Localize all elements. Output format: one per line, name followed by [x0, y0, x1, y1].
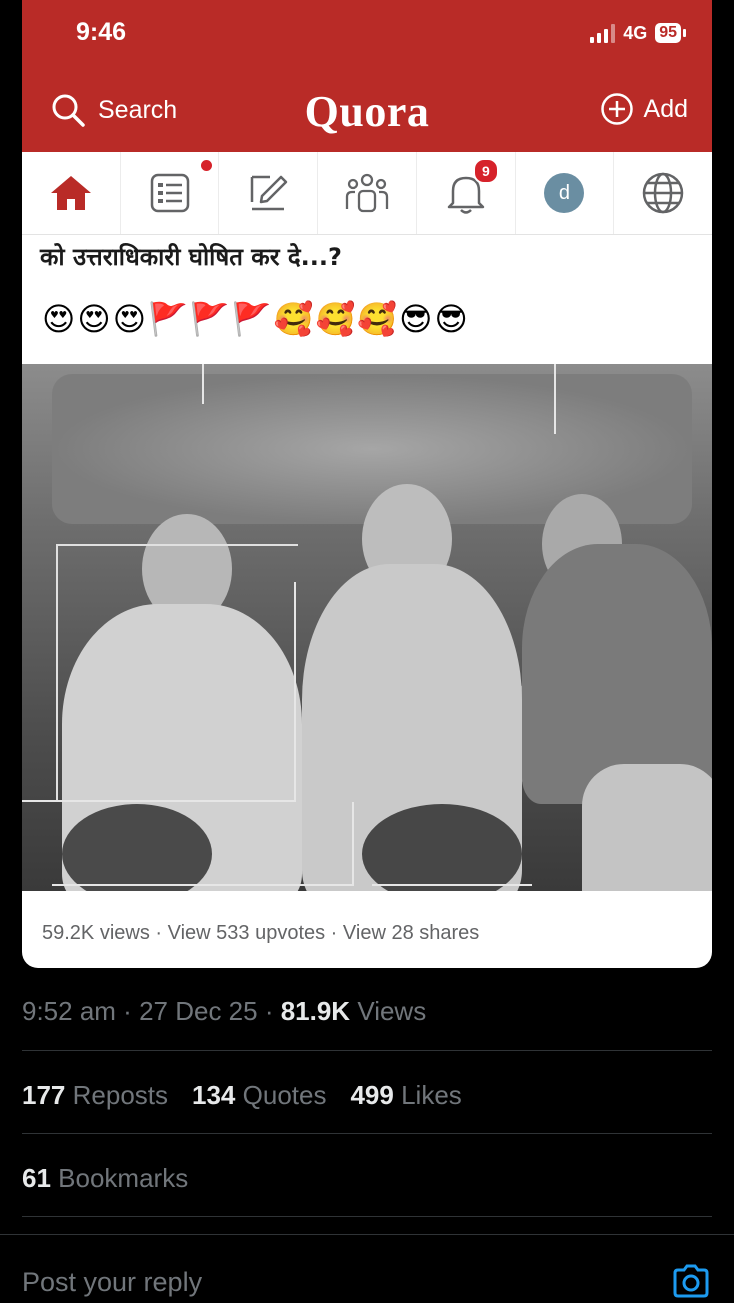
- engagement-counts: 177 Reposts 134 Quotes 499 Likes: [22, 1080, 462, 1111]
- post-photo[interactable]: [22, 364, 712, 891]
- nav-home[interactable]: [22, 152, 121, 234]
- spaces-icon: [345, 173, 389, 213]
- battery-level: 95: [655, 23, 681, 43]
- views-count: 81.9K: [280, 996, 351, 1026]
- reply-input[interactable]: Post your reply: [22, 1267, 202, 1298]
- status-indicators: 4G 95: [590, 20, 686, 46]
- reposts-stat[interactable]: 177 Reposts: [22, 1080, 168, 1111]
- add-label: Add: [643, 94, 688, 123]
- avatar: d: [544, 173, 585, 213]
- camera-button[interactable]: [672, 1264, 710, 1303]
- divider: [22, 1133, 712, 1134]
- nav-answer[interactable]: [219, 152, 319, 234]
- quotes-stat[interactable]: 134 Quotes: [192, 1080, 326, 1111]
- add-button[interactable]: Add: [600, 92, 688, 126]
- emoji-row: 😍😍😍🚩🚩🚩🥰🥰🥰😎😎: [42, 300, 470, 338]
- nav-following[interactable]: [121, 152, 220, 234]
- tweet-timestamp: 9:52 am · 27 Dec 25 · 81.9K Views: [22, 996, 427, 1026]
- home-icon: [50, 176, 91, 210]
- nav-spaces[interactable]: [318, 152, 417, 234]
- write-icon: [251, 175, 288, 211]
- likes-stat[interactable]: 499 Likes: [350, 1080, 461, 1111]
- battery-icon: 95: [655, 23, 686, 43]
- signal-icon: [590, 23, 616, 43]
- divider: [22, 1050, 712, 1051]
- quora-screenshot-card: 9:46 4G 95 Search Quora Add 9 d को उत्तर…: [22, 0, 712, 968]
- post-stats[interactable]: 59.2K views · View 533 upvotes · View 28…: [42, 922, 479, 945]
- quora-header: 9:46 4G 95 Search Quora Add: [22, 0, 712, 152]
- unread-dot: [198, 158, 214, 173]
- status-time: 9:46: [76, 18, 127, 46]
- nav-languages[interactable]: [614, 152, 712, 234]
- answer-list-icon: [150, 173, 189, 213]
- bookmarks-stat[interactable]: 61 Bookmarks: [22, 1163, 188, 1194]
- notification-badge: 9: [472, 158, 499, 184]
- post-text: को उत्तराधिकारी घोषित कर दे...?: [40, 243, 342, 271]
- plus-circle-icon: [600, 93, 633, 125]
- tweet-time: 9:52 am: [22, 996, 116, 1026]
- nav-profile[interactable]: d: [516, 152, 615, 234]
- globe-icon: [642, 172, 684, 214]
- tweet-date: 27 Dec 25: [139, 996, 258, 1026]
- quora-nav-bar: 9 d: [22, 152, 712, 235]
- nav-notifications[interactable]: 9: [417, 152, 516, 234]
- divider: [22, 1216, 712, 1217]
- camera-icon: [673, 1264, 709, 1298]
- network-label: 4G: [623, 22, 648, 43]
- views-label: Views: [357, 996, 427, 1026]
